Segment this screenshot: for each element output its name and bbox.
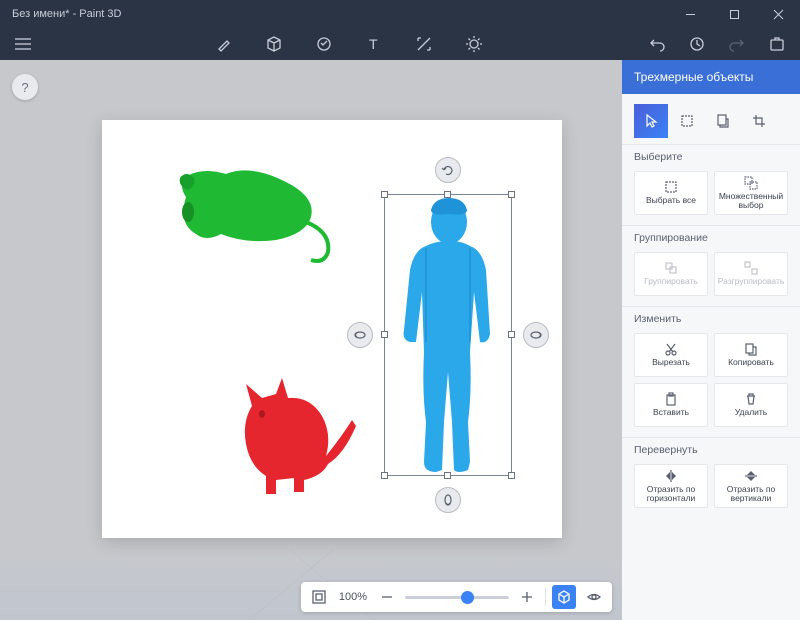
redo-button[interactable] [720, 30, 754, 58]
section-flip: Перевернуть Отразить по горизонтали Отра… [622, 437, 800, 518]
window-title: Без имени* - Paint 3D [12, 8, 121, 20]
zoom-in-button[interactable] [515, 585, 539, 609]
rotate-x-handle[interactable] [435, 487, 461, 513]
effects-tool[interactable] [460, 30, 488, 58]
section-title: Выберите [634, 151, 788, 163]
3d-view-button[interactable] [552, 585, 576, 609]
undo-button[interactable] [640, 30, 674, 58]
section-group: Группирование Группировать Разгруппирова… [622, 225, 800, 306]
side-panel: Трехмерные объекты Выберите Выбрать все … [622, 60, 800, 620]
group-button: Группировать [634, 252, 708, 296]
fit-screen-button[interactable] [307, 585, 331, 609]
menu-button[interactable] [6, 28, 40, 60]
canvas-tool[interactable] [410, 30, 438, 58]
stickers-tool[interactable] [310, 30, 338, 58]
resize-handle-l[interactable] [381, 331, 388, 338]
section-title: Перевернуть [634, 444, 788, 456]
section-edit: Изменить Вырезать Копировать Вставить Уд… [622, 306, 800, 437]
panel-header: Трехмерные объекты [622, 60, 800, 94]
copy-button[interactable]: Копировать [714, 333, 788, 377]
ungroup-button: Разгруппировать [714, 252, 788, 296]
help-button[interactable]: ? [12, 74, 38, 100]
flip-vertical-button[interactable]: Отразить по вертикали [714, 464, 788, 508]
resize-handle-tl[interactable] [381, 191, 388, 198]
select-mode[interactable] [634, 104, 668, 138]
cat-3d-object[interactable] [222, 366, 372, 506]
section-title: Изменить [634, 313, 788, 325]
zoom-value: 100% [337, 591, 369, 603]
toolbar: T [0, 28, 800, 60]
paste-button[interactable]: Вставить [634, 383, 708, 427]
zoom-slider[interactable] [405, 596, 509, 599]
resize-handle-bl[interactable] [381, 472, 388, 479]
section-title: Группирование [634, 232, 788, 244]
resize-handle-t[interactable] [444, 191, 451, 198]
resize-handle-r[interactable] [508, 331, 515, 338]
resize-handle-br[interactable] [508, 472, 515, 479]
3d-shapes-tool[interactable] [260, 30, 288, 58]
select-all-button[interactable]: Выбрать все [634, 171, 708, 215]
titlebar: Без имени* - Paint 3D [0, 0, 800, 28]
section-select: Выберите Выбрать все Множественный выбор [622, 144, 800, 225]
mouse-3d-object[interactable] [156, 152, 336, 272]
rotate-z-handle[interactable] [435, 157, 461, 183]
zoom-bar: 100% [301, 582, 612, 612]
zoom-slider-thumb[interactable] [461, 591, 474, 604]
rotate-y-left-handle[interactable] [347, 322, 373, 348]
selection-rect-mode[interactable] [670, 104, 704, 138]
workspace: ? [0, 60, 622, 620]
rotate-y-right-handle[interactable] [523, 322, 549, 348]
multi-select-button[interactable]: Множественный выбор [714, 171, 788, 215]
canvas[interactable] [102, 120, 562, 538]
resize-handle-b[interactable] [444, 472, 451, 479]
history-button[interactable] [680, 30, 714, 58]
crop-mode[interactable] [742, 104, 776, 138]
brushes-tool[interactable] [210, 30, 238, 58]
delete-button[interactable]: Удалить [714, 383, 788, 427]
maximize-button[interactable] [712, 0, 756, 28]
close-button[interactable] [756, 0, 800, 28]
svg-text:T: T [369, 36, 378, 52]
minimize-button[interactable] [668, 0, 712, 28]
text-tool[interactable]: T [360, 30, 388, 58]
zoom-out-button[interactable] [375, 585, 399, 609]
flip-horizontal-button[interactable]: Отразить по горизонтали [634, 464, 708, 508]
eye-view-button[interactable] [582, 585, 606, 609]
magic-select-mode[interactable] [706, 104, 740, 138]
cut-button[interactable]: Вырезать [634, 333, 708, 377]
resize-handle-tr[interactable] [508, 191, 515, 198]
3d-library-button[interactable] [760, 30, 794, 58]
selection-box[interactable] [384, 194, 512, 476]
